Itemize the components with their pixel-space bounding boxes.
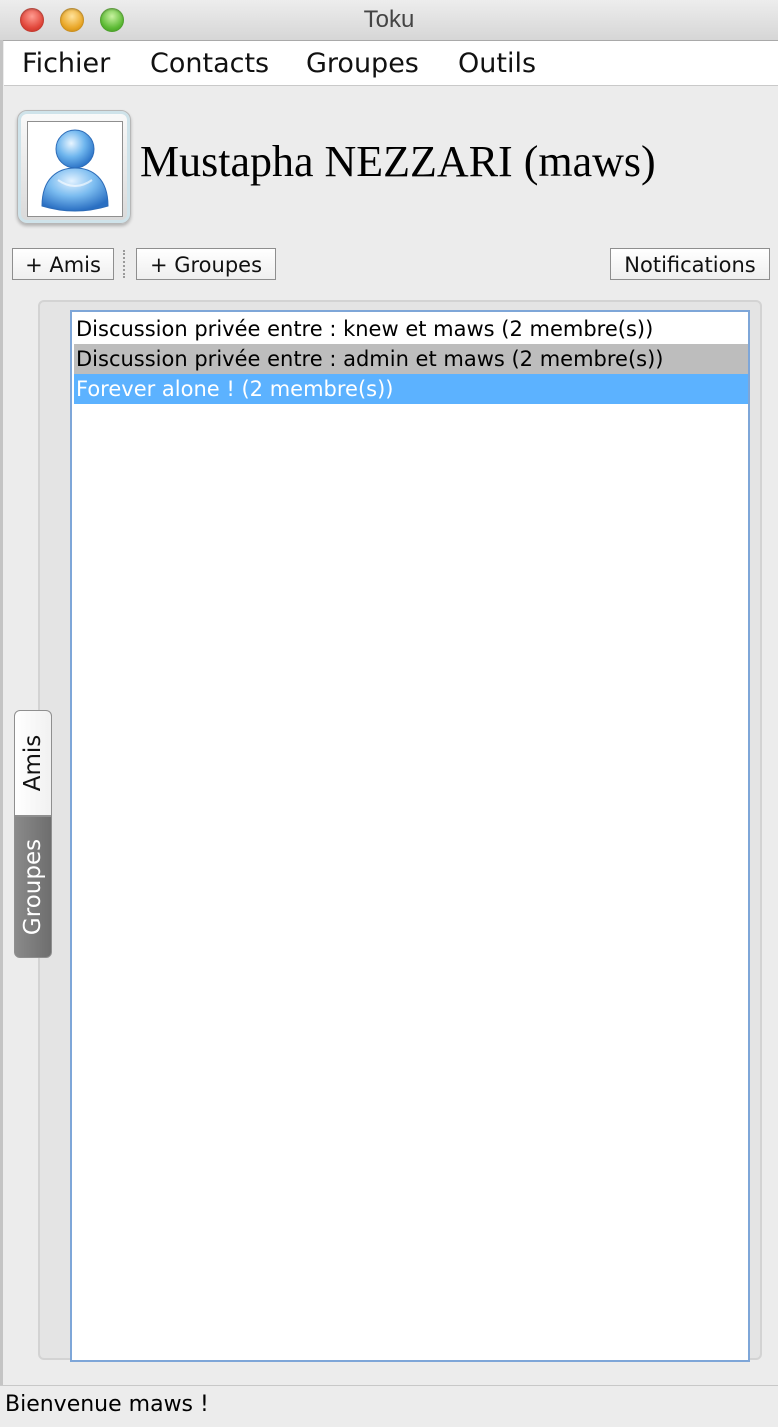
- window-left-edge: [0, 40, 3, 1385]
- menu-bar: Fichier Contacts Groupes Outils: [4, 41, 778, 86]
- menu-fichier[interactable]: Fichier: [22, 48, 110, 79]
- add-groups-button[interactable]: + Groupes: [136, 248, 276, 280]
- menu-contacts[interactable]: Contacts: [150, 48, 269, 79]
- menu-groupes[interactable]: Groupes: [306, 48, 419, 79]
- groups-list[interactable]: Discussion privée entre : knew et maws (…: [70, 310, 750, 1362]
- app-window: Toku Fichier Contacts Groupes Outils Mus…: [0, 0, 778, 1427]
- status-text: Bienvenue maws !: [5, 1392, 209, 1417]
- avatar-image: [27, 121, 123, 217]
- toolbar-separator: [123, 250, 127, 278]
- title-bar[interactable]: Toku: [0, 0, 778, 41]
- list-item[interactable]: Discussion privée entre : knew et maws (…: [74, 314, 748, 344]
- tab-amis[interactable]: Amis: [14, 710, 52, 816]
- menu-outils[interactable]: Outils: [458, 48, 536, 79]
- tab-groupes[interactable]: Groupes: [14, 816, 52, 958]
- list-item[interactable]: Discussion privée entre : admin et maws …: [74, 344, 748, 374]
- tab-groupes-label: Groupes: [20, 838, 46, 936]
- notifications-button[interactable]: Notifications: [610, 248, 770, 280]
- add-friends-button[interactable]: + Amis: [12, 248, 114, 280]
- list-item[interactable]: Forever alone ! (2 membre(s)): [74, 374, 748, 404]
- tab-amis-label: Amis: [20, 734, 46, 792]
- user-avatar-icon: [41, 129, 109, 212]
- avatar[interactable]: [17, 110, 131, 224]
- status-bar: Bienvenue maws !: [0, 1385, 778, 1427]
- window-title: Toku: [363, 6, 415, 33]
- profile-name: Mustapha NEZZARI (maws): [140, 137, 656, 186]
